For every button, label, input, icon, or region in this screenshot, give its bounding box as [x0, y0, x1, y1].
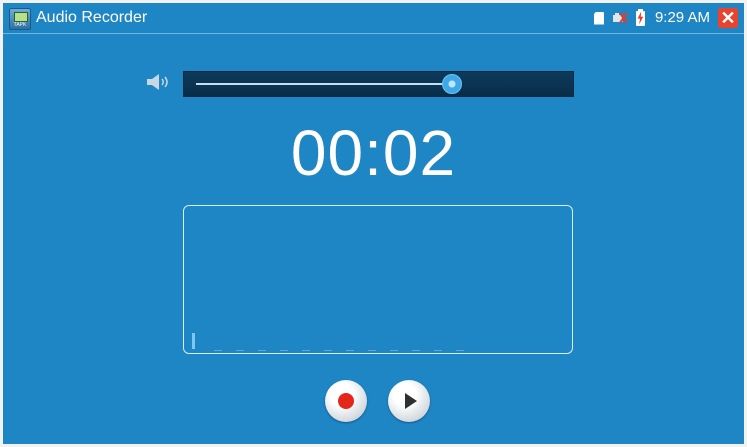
waveform-baseline-tick	[214, 350, 222, 351]
record-button[interactable]	[325, 380, 367, 422]
recorder-screen: TAPK Audio Recorder 9:29 AM ✕ 00:02	[3, 3, 744, 444]
waveform-display	[183, 205, 573, 354]
waveform-baseline-tick	[236, 350, 244, 351]
waveform-baseline-tick	[456, 350, 464, 351]
app-logo-screen	[14, 12, 28, 22]
waveform-baseline-tick	[302, 350, 310, 351]
status-clock: 9:29 AM	[654, 9, 710, 26]
status-bar: TAPK Audio Recorder 9:29 AM ✕	[3, 3, 744, 34]
waveform-baseline-tick	[280, 350, 288, 351]
waveform-baseline-tick	[390, 350, 398, 351]
speaker-icon[interactable]	[145, 73, 173, 91]
network-disconnected-icon	[612, 12, 628, 24]
play-icon	[405, 393, 417, 409]
close-button[interactable]: ✕	[718, 8, 738, 28]
app-logo-icon[interactable]: TAPK	[9, 8, 31, 30]
waveform-baseline-tick	[346, 350, 354, 351]
waveform-baseline-tick	[258, 350, 266, 351]
waveform-baseline-tick	[434, 350, 442, 351]
status-icons: 9:29 AM ✕	[593, 7, 738, 29]
elapsed-time: 00:02	[290, 117, 457, 189]
record-icon	[338, 393, 354, 409]
volume-slider-thumb[interactable]	[442, 74, 462, 94]
waveform-baseline-tick	[412, 350, 420, 351]
volume-slider[interactable]	[183, 71, 574, 97]
sd-card-icon	[593, 11, 604, 25]
volume-slider-fill	[196, 83, 451, 85]
app-logo-text: TAPK	[13, 22, 27, 28]
app-title: Audio Recorder	[36, 9, 148, 26]
battery-charging-icon	[635, 8, 645, 26]
waveform-baseline-tick	[324, 350, 332, 351]
waveform-baseline-tick	[368, 350, 376, 351]
play-button[interactable]	[388, 380, 430, 422]
waveform-level-bar	[192, 333, 195, 349]
